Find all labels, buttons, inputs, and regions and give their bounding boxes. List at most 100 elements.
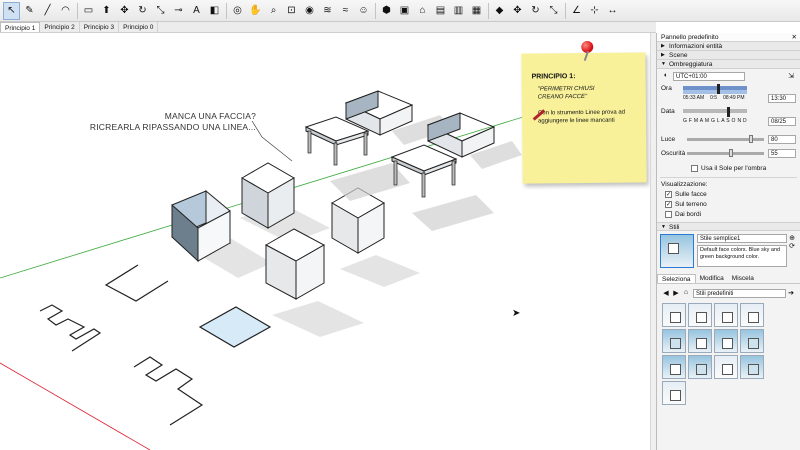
style-thumbnail[interactable] (662, 329, 686, 353)
style-thumbnail[interactable] (688, 355, 712, 379)
time-slider-thumb[interactable] (717, 84, 720, 94)
use-sun-checkbox[interactable] (691, 164, 698, 172)
line-tool-icon[interactable]: ╱ (39, 2, 56, 20)
dark-slider[interactable] (687, 148, 764, 157)
style-name-input[interactable]: Stile semplice1 (697, 234, 787, 243)
dark-slider-thumb[interactable] (729, 148, 734, 157)
top-view-icon[interactable]: ▣ (396, 2, 413, 20)
on-ground-row[interactable]: Sul terreno (657, 199, 800, 209)
sticky-body: Con lo strumento Linee prova ad aggiunge… (538, 108, 640, 125)
from-edges-row[interactable]: Dai bordi (657, 209, 800, 219)
time-input[interactable]: 13:30 (768, 93, 796, 103)
date-input[interactable]: 08/25 (768, 116, 796, 126)
style-thumbnail[interactable] (714, 303, 738, 327)
tab-edit[interactable]: Modifica (696, 274, 728, 283)
tray-close-icon[interactable]: ✕ (792, 33, 797, 41)
timezone-select[interactable]: UTC+01:00 (673, 72, 745, 81)
light-slider-thumb[interactable] (748, 134, 753, 143)
style-thumbnail[interactable] (740, 303, 764, 327)
offset-icon[interactable]: ↻ (527, 2, 544, 20)
style-thumbnail[interactable] (740, 329, 764, 353)
dark-input[interactable]: 55 (768, 148, 796, 158)
geolocation-icon[interactable]: ☺ (355, 2, 372, 20)
date-slider-thumb[interactable] (727, 107, 730, 117)
styles-icon[interactable]: ≈ (337, 2, 354, 20)
section-scenes[interactable]: ▶ Scene (657, 51, 800, 60)
push-pull-icon[interactable]: ⬆ (98, 2, 115, 20)
eraser-icon[interactable]: ✎ (21, 2, 38, 20)
dimension-icon[interactable]: ↔ (604, 2, 621, 20)
rotate-icon[interactable]: ↻ (134, 2, 151, 20)
layers-icon[interactable]: ≋ (319, 2, 336, 20)
broken-path-left (39, 304, 102, 352)
style-thumbnail[interactable] (714, 355, 738, 379)
scene-tabs: Principio 1 Principio 2 Principio 3 Prin… (0, 22, 656, 33)
tab-mix[interactable]: Miscela (728, 274, 758, 283)
toolbar-separator (226, 2, 227, 19)
cube-right (330, 187, 420, 287)
tab-principio-0[interactable]: Principio 0 (119, 22, 159, 32)
rectangle-tool-icon[interactable]: ▭ (80, 2, 97, 20)
left-view-icon[interactable]: ▦ (468, 2, 485, 20)
forward-arrow-icon[interactable]: ▶ (671, 289, 681, 298)
select-tool-icon[interactable]: ↖ (3, 1, 20, 20)
right-view-icon[interactable]: ▤ (432, 2, 449, 20)
on-ground-label: Sul terreno (675, 200, 707, 208)
zoom-icon[interactable]: ⌕ (265, 2, 282, 20)
tab-principio-2[interactable]: Principio 2 (40, 22, 80, 32)
style-thumbnail[interactable] (662, 303, 686, 327)
tab-select[interactable]: Seleziona (657, 274, 696, 283)
default-tray: Pannello predefinito ✕ ▶ Informazioni en… (656, 33, 800, 450)
back-view-icon[interactable]: ▥ (450, 2, 467, 20)
style-thumbnail[interactable] (662, 355, 686, 379)
style-thumbnail[interactable] (688, 303, 712, 327)
sandbox-icon[interactable]: ◉ (301, 2, 318, 20)
protractor-icon[interactable]: ∠ (568, 2, 585, 20)
solid-tools-icon[interactable]: ◆ (491, 2, 508, 20)
scale-icon[interactable]: ⤡ (152, 2, 169, 20)
orbit-icon[interactable]: ◎ (229, 2, 246, 20)
style-collection-select[interactable]: Stili predefiniti (693, 288, 786, 298)
tab-principio-1[interactable]: Principio 1 (0, 22, 41, 32)
style-update-icon[interactable]: ⟳ (789, 242, 795, 250)
style-thumbnail[interactable] (714, 329, 738, 353)
details-arrow-icon[interactable]: ➔ (786, 289, 796, 298)
sticky-quote-line-2: CREANO FACCE" (537, 93, 588, 101)
tape-measure-icon[interactable]: ⊸ (170, 2, 187, 20)
display-heading: Visualizzazione: (661, 181, 708, 188)
light-input[interactable]: 80 (768, 134, 796, 144)
section-styles[interactable]: ▼ Stili (657, 222, 800, 231)
section-shadows[interactable]: ▼ Ombreggiatura (657, 60, 800, 69)
front-view-icon[interactable]: ⌂ (414, 2, 431, 20)
style-create-icon[interactable]: ⊕ (789, 234, 795, 242)
toolbar-separator (488, 2, 489, 19)
home-icon[interactable]: ⌂ (681, 289, 691, 298)
on-faces-checkbox[interactable] (665, 190, 672, 198)
modeling-viewport[interactable]: MANCA UNA FACCIA? RICREARLA RIPASSANDO U… (0, 33, 656, 450)
use-sun-row[interactable]: Usa il Sole per l'ombra (657, 162, 800, 174)
on-ground-checkbox[interactable] (665, 200, 672, 208)
follow-me-icon[interactable]: ✥ (509, 2, 526, 20)
style-thumbnail[interactable] (662, 381, 686, 405)
axes-icon[interactable]: ⊹ (586, 2, 603, 20)
style-thumbnail[interactable] (740, 355, 764, 379)
pan-icon[interactable]: ✋ (247, 2, 264, 20)
zoom-extents-icon[interactable]: ⊡ (283, 2, 300, 20)
outer-shell-icon[interactable]: ⤡ (545, 2, 562, 20)
text-icon[interactable]: A (188, 2, 205, 20)
sticky-body-line-2: aggiungere le linee mancanti (538, 117, 615, 125)
shadow-settings-icon[interactable]: ⇲ (786, 72, 796, 81)
move-icon[interactable]: ✥ (116, 2, 133, 20)
paint-bucket-icon[interactable]: ◧ (206, 2, 223, 20)
iso-view-icon[interactable]: ⬢ (378, 2, 395, 20)
shadow-toggle-icon[interactable]: ◐ (661, 72, 671, 81)
style-thumbnail[interactable] (688, 329, 712, 353)
arc-tool-icon[interactable]: ◠ (57, 2, 74, 20)
style-description[interactable]: Default face colors. Blue sky and green … (697, 245, 787, 267)
on-faces-row[interactable]: Sulle facce (657, 189, 800, 199)
tab-principio-3[interactable]: Principio 3 (80, 22, 120, 32)
light-slider[interactable] (687, 134, 764, 143)
back-arrow-icon[interactable]: ◀ (661, 289, 671, 298)
section-entity-info[interactable]: ▶ Informazioni entità (657, 42, 800, 51)
from-edges-checkbox[interactable] (665, 210, 672, 218)
